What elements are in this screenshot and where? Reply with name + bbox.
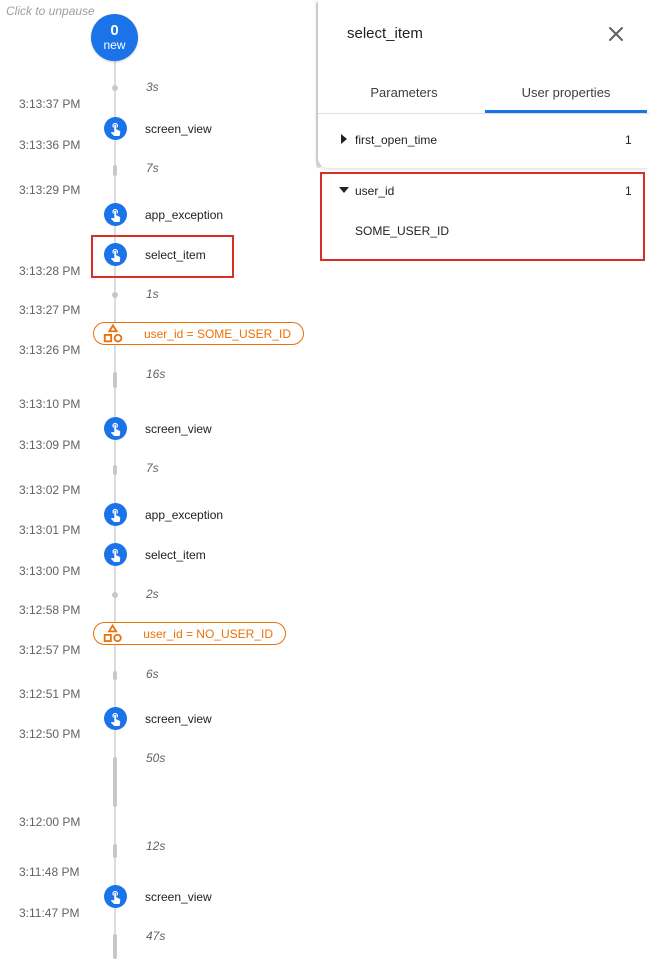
selected-event-highlight bbox=[91, 235, 234, 278]
user-property-change-pill[interactable]: user_id = SOME_USER_ID bbox=[93, 322, 304, 345]
gap-marker bbox=[113, 671, 117, 680]
user-property-change-pill[interactable]: user_id = NO_USER_ID bbox=[93, 622, 286, 645]
timestamp: 3:13:37 PM bbox=[19, 97, 81, 111]
panel-title: select_item bbox=[347, 25, 423, 42]
timestamp: 3:13:28 PM bbox=[19, 264, 81, 278]
close-button[interactable] bbox=[603, 21, 629, 47]
gap-marker bbox=[113, 934, 117, 959]
timestamp: 3:13:29 PM bbox=[19, 183, 81, 197]
user-id-highlight bbox=[320, 172, 645, 261]
event-label-app-exception[interactable]: app_exception bbox=[145, 208, 223, 222]
timestamp: 3:13:26 PM bbox=[19, 343, 81, 357]
gap-duration: 16s bbox=[146, 367, 166, 381]
gap-duration: 50s bbox=[146, 751, 166, 765]
timestamp: 3:13:01 PM bbox=[19, 523, 81, 537]
timestamp: 3:12:57 PM bbox=[19, 643, 81, 657]
new-events-badge[interactable]: 0 new bbox=[91, 14, 138, 61]
gap-marker bbox=[112, 592, 118, 598]
gap-marker bbox=[113, 844, 117, 858]
expand-right-icon[interactable] bbox=[341, 134, 347, 144]
touch-icon[interactable] bbox=[104, 503, 127, 526]
gap-marker bbox=[113, 372, 117, 388]
new-events-count: 0 bbox=[110, 22, 119, 39]
user-property-change-label: user_id = SOME_USER_ID bbox=[143, 326, 291, 341]
user-property-change-label: user_id = NO_USER_ID bbox=[143, 626, 273, 641]
tab-user-properties[interactable]: User properties bbox=[485, 76, 647, 113]
tabs-divider bbox=[318, 113, 649, 114]
gap-duration: 2s bbox=[146, 587, 159, 601]
timestamp: 3:13:10 PM bbox=[19, 397, 81, 411]
unpause-hint[interactable]: Click to unpause bbox=[6, 4, 95, 18]
timestamp: 3:12:58 PM bbox=[19, 603, 81, 617]
touch-icon[interactable] bbox=[104, 707, 127, 730]
event-label-app-exception[interactable]: app_exception bbox=[145, 508, 223, 522]
timestamp: 3:13:36 PM bbox=[19, 138, 81, 152]
timestamp: 3:12:51 PM bbox=[19, 687, 81, 701]
timestamp: 3:13:00 PM bbox=[19, 564, 81, 578]
active-tab-indicator bbox=[485, 110, 647, 113]
gap-marker bbox=[113, 757, 117, 807]
shapes-icon bbox=[103, 623, 122, 642]
touch-icon[interactable] bbox=[104, 203, 127, 226]
timestamp: 3:11:48 PM bbox=[19, 865, 80, 879]
gap-marker bbox=[113, 165, 117, 176]
gap-duration: 47s bbox=[146, 929, 166, 943]
touch-icon[interactable] bbox=[104, 885, 127, 908]
gap-duration: 1s bbox=[146, 287, 159, 301]
timestamp: 3:13:09 PM bbox=[19, 438, 81, 452]
timestamp: 3:12:50 PM bbox=[19, 727, 81, 741]
event-label-screen-view[interactable]: screen_view bbox=[145, 712, 212, 726]
event-label-screen-view[interactable]: screen_view bbox=[145, 122, 212, 136]
timestamp: 3:13:27 PM bbox=[19, 303, 81, 317]
touch-icon[interactable] bbox=[104, 543, 127, 566]
touch-icon[interactable] bbox=[104, 417, 127, 440]
event-label-screen-view[interactable]: screen_view bbox=[145, 422, 212, 436]
touch-icon[interactable] bbox=[104, 117, 127, 140]
gap-marker bbox=[113, 465, 117, 475]
property-name-first-open-time[interactable]: first_open_time bbox=[355, 133, 437, 147]
timestamp: 3:11:47 PM bbox=[19, 906, 80, 920]
event-label-select-item[interactable]: select_item bbox=[145, 548, 206, 562]
tab-parameters[interactable]: Parameters bbox=[323, 76, 485, 113]
gap-duration: 7s bbox=[146, 161, 159, 175]
timestamp: 3:13:02 PM bbox=[19, 483, 81, 497]
timestamp: 3:12:00 PM bbox=[19, 815, 81, 829]
property-count: 1 bbox=[625, 133, 632, 147]
gap-duration: 7s bbox=[146, 461, 159, 475]
gap-marker bbox=[112, 85, 118, 91]
new-events-label: new bbox=[103, 38, 126, 52]
gap-marker bbox=[112, 292, 118, 298]
gap-duration: 12s bbox=[146, 839, 166, 853]
gap-duration: 3s bbox=[146, 80, 159, 94]
gap-duration: 6s bbox=[146, 667, 159, 681]
event-label-screen-view[interactable]: screen_view bbox=[145, 890, 212, 904]
shapes-icon bbox=[103, 323, 123, 342]
close-icon bbox=[609, 27, 623, 41]
